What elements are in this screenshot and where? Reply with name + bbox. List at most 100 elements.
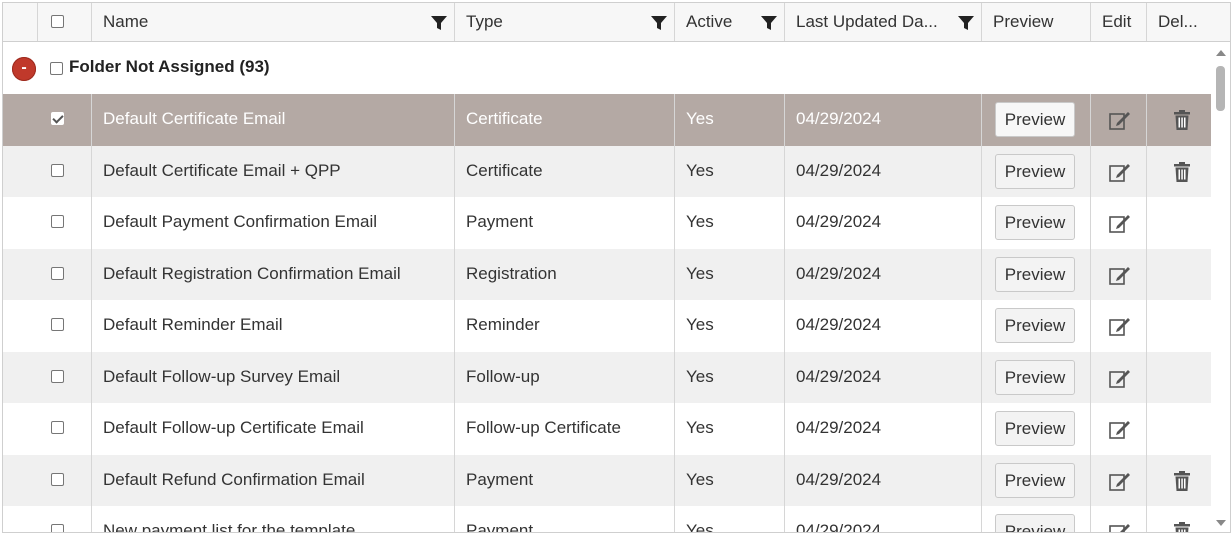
edit-icon[interactable] (1108, 469, 1132, 498)
filter-icon[interactable] (651, 15, 667, 31)
filter-icon[interactable] (431, 15, 447, 31)
column-header-delete-label: Del... (1158, 12, 1198, 31)
trash-icon[interactable] (1173, 470, 1191, 496)
row-checkbox[interactable] (51, 318, 64, 331)
cell-type: Registration (455, 248, 675, 300)
row-checkbox[interactable] (51, 112, 64, 125)
template-type: Payment (466, 469, 534, 489)
column-header-active[interactable]: Active (675, 3, 785, 41)
row-checkbox[interactable] (51, 215, 64, 228)
cell-last-updated: 04/29/2024 (785, 454, 982, 506)
column-header-delete[interactable]: Del... (1147, 3, 1230, 41)
preview-button[interactable]: Preview (995, 153, 1075, 189)
table-row[interactable]: Default Reminder Email Reminder Yes 04/29/2… (3, 300, 1211, 352)
trash-icon[interactable] (1173, 161, 1191, 187)
row-checkbox[interactable] (51, 163, 64, 177)
preview-button[interactable]: Preview (995, 359, 1075, 395)
filter-icon[interactable] (761, 15, 777, 31)
preview-button[interactable]: Preview (995, 411, 1075, 446)
row-select-cell (38, 454, 92, 506)
template-active: Yes (686, 109, 714, 128)
row-checkbox[interactable] (51, 266, 64, 280)
group-checkbox[interactable] (50, 62, 63, 75)
table-row[interactable]: Default Payment Confirmation Email Paymen… (3, 197, 1211, 249)
cell-last-updated: 04/29/2024 (785, 94, 982, 146)
table-row[interactable]: Default Certificate Email + QPP Certifica… (3, 145, 1211, 198)
cell-name: Default Refund Confirmation Email (92, 454, 455, 506)
preview-button[interactable]: Preview (995, 462, 1075, 498)
cell-preview: Preview (982, 403, 1091, 455)
table-row[interactable]: Default Registration Confirmation Email R… (3, 248, 1211, 300)
collapse-icon[interactable]: - (12, 57, 36, 81)
scroll-down-arrow-icon[interactable] (1216, 520, 1226, 526)
template-last-updated: 04/29/2024 (796, 109, 882, 128)
row-checkbox[interactable] (51, 421, 64, 434)
table-row[interactable]: Default Follow-up Survey Email Follow-up Y… (3, 351, 1211, 403)
row-spacer (3, 455, 38, 507)
edit-icon[interactable] (1108, 366, 1132, 395)
template-name: Default Follow-up Survey Email (103, 366, 341, 386)
table-row[interactable]: Default Follow-up Certificate Email Follo… (3, 403, 1211, 455)
column-header-preview[interactable]: Preview (982, 3, 1091, 41)
preview-button[interactable]: Preview (995, 256, 1075, 292)
cell-type: Certificate (455, 94, 675, 146)
edit-icon[interactable] (1108, 211, 1132, 240)
cell-name: Default Registration Confirmation Email (92, 248, 455, 300)
table-row[interactable]: Default Refund Confirmation Email Payment… (3, 454, 1211, 507)
column-header-last-updated[interactable]: Last Updated Da... (785, 3, 982, 41)
column-header-preview-label: Preview (993, 12, 1054, 31)
row-checkbox[interactable] (51, 472, 64, 486)
preview-button[interactable]: Preview (995, 205, 1075, 240)
column-header-type[interactable]: Type (455, 3, 675, 41)
template-active: Yes (686, 418, 714, 437)
column-header-name[interactable]: Name (92, 3, 455, 41)
row-checkbox[interactable] (51, 524, 64, 532)
cell-delete (1147, 197, 1211, 249)
table-row[interactable]: New payment list for the template Payment… (3, 506, 1211, 533)
edit-icon[interactable] (1108, 160, 1132, 189)
select-all-checkbox[interactable] (51, 15, 64, 28)
column-header-edit[interactable]: Edit (1091, 3, 1147, 41)
row-select-cell (38, 351, 92, 403)
row-spacer (3, 146, 38, 198)
filter-icon[interactable] (958, 15, 974, 31)
table-row[interactable]: Default Certificate Email Certificate Yes 0… (3, 94, 1211, 146)
cell-delete (1147, 94, 1211, 146)
row-checkbox[interactable] (51, 369, 64, 383)
row-select-cell (38, 248, 92, 300)
preview-button[interactable]: Preview (995, 102, 1075, 137)
row-select-cell (38, 403, 92, 455)
edit-icon[interactable] (1108, 417, 1132, 446)
trash-icon[interactable] (1173, 110, 1191, 135)
trash-icon[interactable] (1173, 522, 1191, 532)
template-last-updated: 04/29/2024 (796, 315, 882, 334)
template-name: Default Refund Confirmation Email (103, 469, 365, 489)
vertical-scrollbar[interactable] (1212, 42, 1230, 532)
scroll-up-arrow-icon[interactable] (1216, 50, 1226, 56)
template-name: Default Registration Confirmation Email (103, 263, 401, 283)
cell-preview: Preview (982, 454, 1091, 506)
cell-active: Yes (675, 351, 785, 403)
template-name: New payment list for the template (103, 521, 356, 533)
template-active: Yes (686, 160, 714, 180)
scrollbar-thumb[interactable] (1216, 66, 1225, 111)
cell-last-updated: 04/29/2024 (785, 351, 982, 403)
template-last-updated: 04/29/2024 (796, 418, 882, 437)
template-last-updated: 04/29/2024 (796, 212, 882, 231)
template-active: Yes (686, 263, 714, 283)
cell-name: Default Follow-up Survey Email (92, 351, 455, 403)
header-select-cell (38, 3, 92, 41)
template-last-updated: 04/29/2024 (796, 160, 882, 180)
cell-type: Certificate (455, 145, 675, 197)
row-spacer (3, 300, 38, 352)
preview-button[interactable]: Preview (995, 308, 1075, 343)
preview-button[interactable]: Preview (995, 514, 1075, 532)
edit-icon[interactable] (1108, 108, 1132, 137)
edit-icon[interactable] (1108, 314, 1132, 343)
cell-edit (1091, 351, 1147, 403)
edit-icon[interactable] (1108, 263, 1132, 292)
cell-name: Default Certificate Email (92, 94, 455, 146)
cell-preview: Preview (982, 248, 1091, 300)
template-active: Yes (686, 212, 714, 231)
edit-icon[interactable] (1108, 520, 1132, 532)
